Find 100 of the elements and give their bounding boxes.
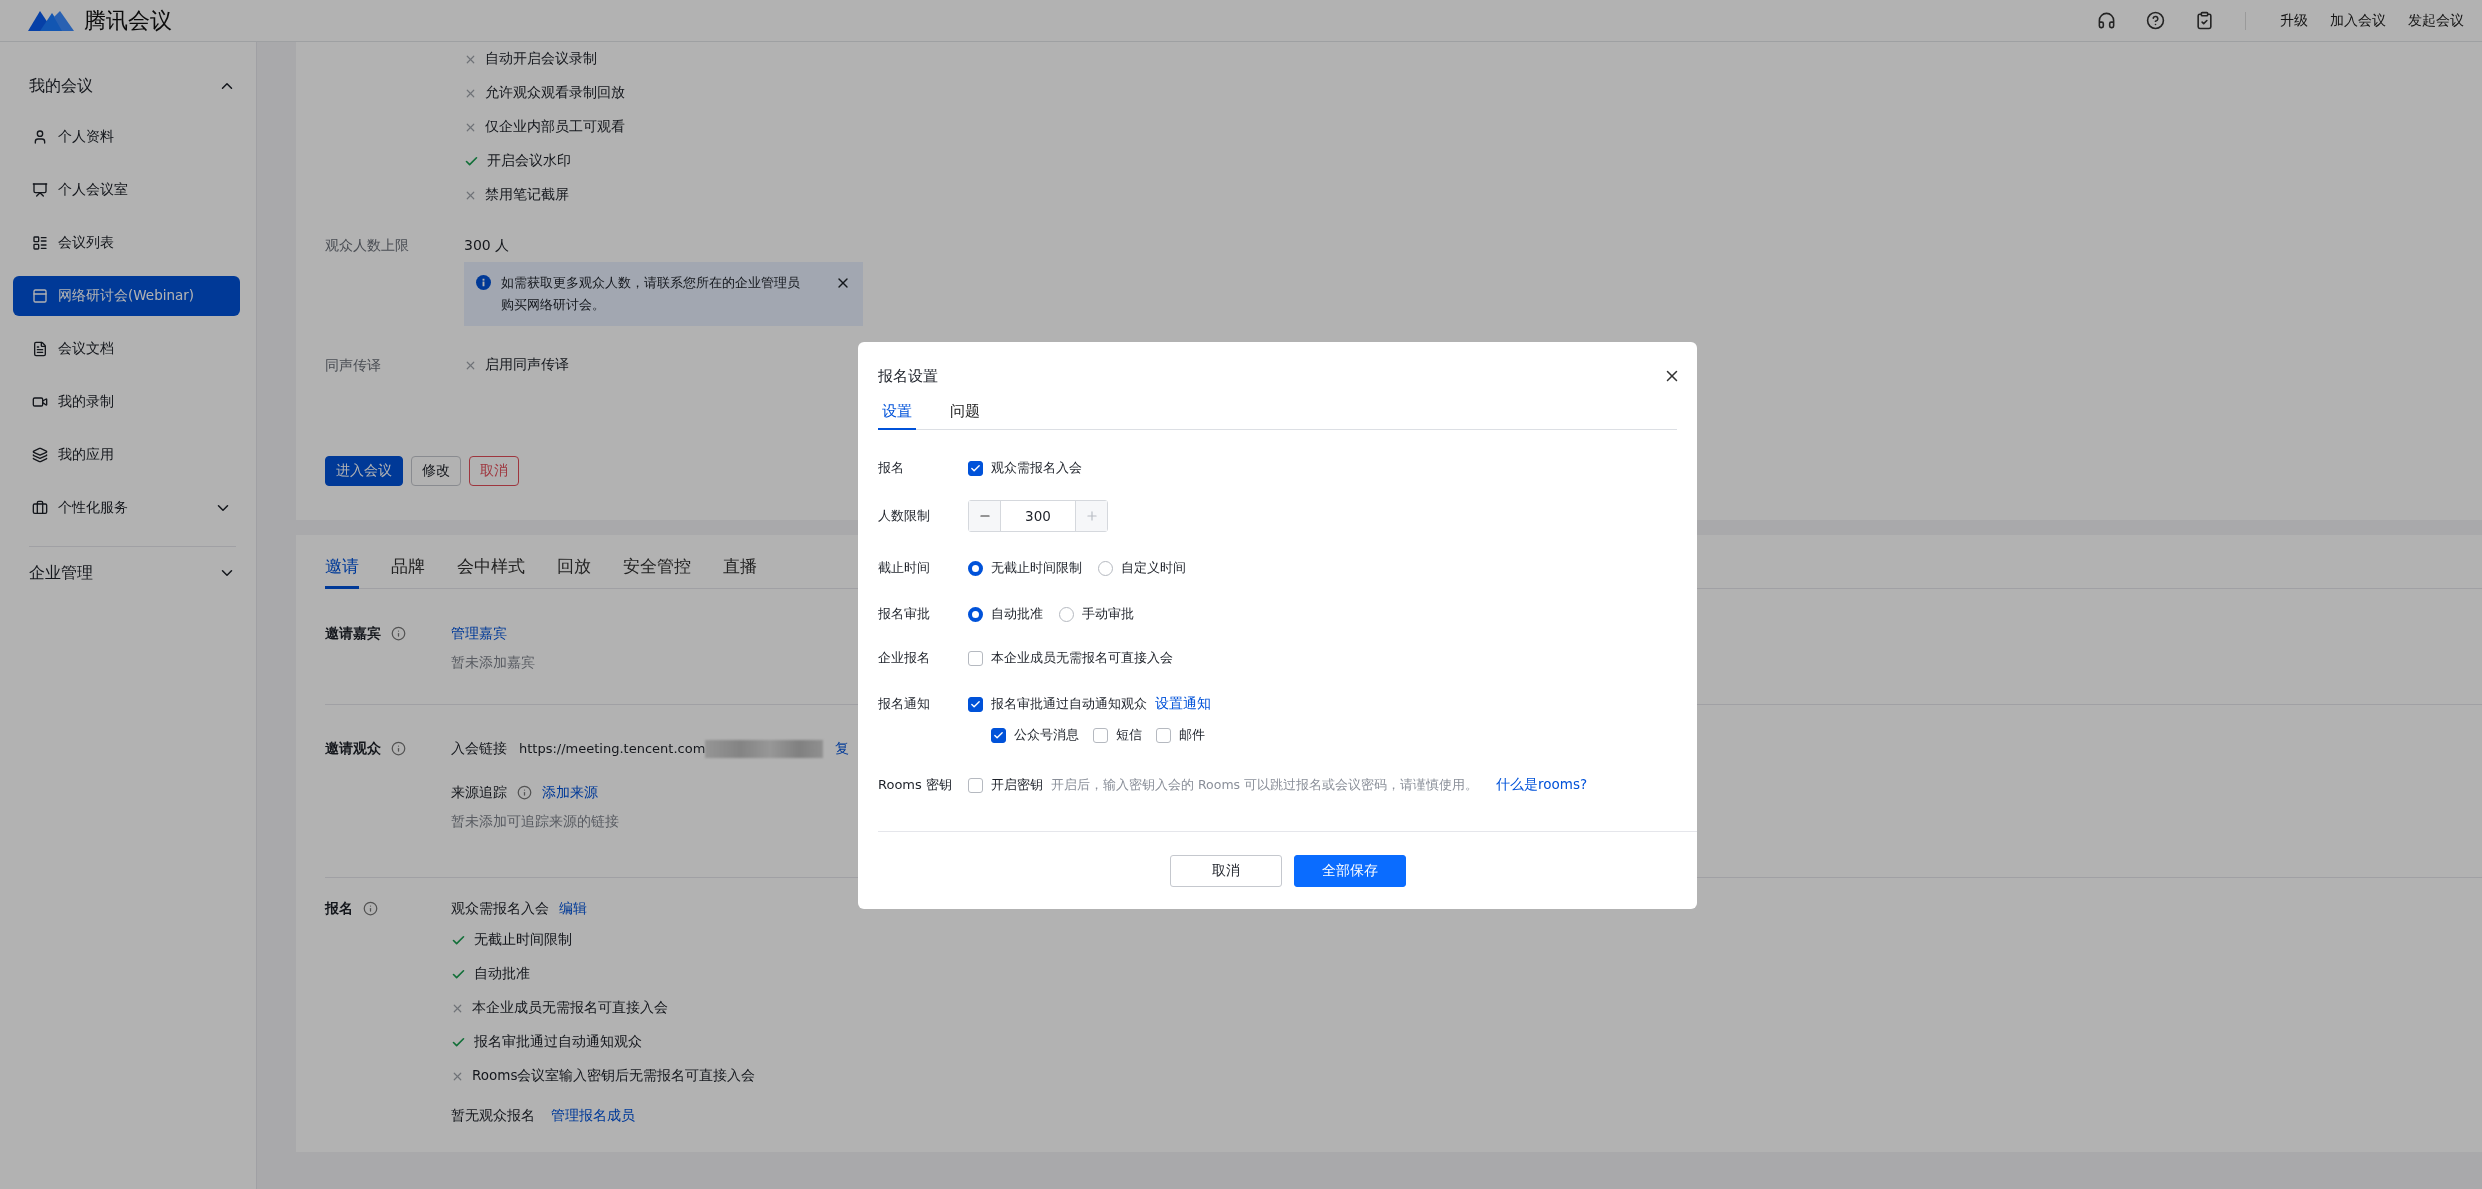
field-label: Rooms 密钥: [878, 776, 953, 794]
info-icon[interactable]: [391, 741, 406, 756]
option-text: 仅企业内部员工可观看: [485, 118, 625, 136]
sidebar-item[interactable]: 会议文档: [13, 329, 240, 369]
checkbox-icon[interactable]: [1156, 727, 1171, 743]
logo-text: 腾讯会议: [84, 6, 172, 35]
checkbox-option[interactable]: 开启密钥: [968, 776, 1043, 794]
checkbox-option[interactable]: 公众号消息: [991, 726, 1079, 744]
radio-option[interactable]: 自定义时间: [1098, 559, 1186, 577]
video-camera-icon: [32, 394, 48, 410]
header-link[interactable]: 发起会议: [2408, 11, 2464, 30]
cancel-button[interactable]: 取消: [1169, 854, 1282, 887]
radio-icon[interactable]: [1059, 606, 1074, 622]
summary-text: 暂无观众报名: [451, 1106, 535, 1125]
action-button[interactable]: 修改: [411, 456, 461, 486]
link[interactable]: 什么是rooms?: [1496, 776, 1588, 794]
empty-note: 暂未添加嘉宾: [451, 653, 535, 672]
layout-icon: [32, 288, 48, 304]
link[interactable]: 管理嘉宾: [451, 624, 507, 643]
checkbox-option[interactable]: 观众需报名入会: [968, 459, 1082, 477]
sidebar-item[interactable]: 个人会议室: [13, 170, 240, 210]
plus-icon: [1084, 509, 1099, 523]
checkbox-icon[interactable]: [968, 696, 983, 712]
copy-link[interactable]: 复: [835, 739, 850, 758]
clipboard-icon[interactable]: [2195, 11, 2214, 30]
radio-option[interactable]: 手动审批: [1059, 605, 1134, 623]
field-label: 来源追踪: [451, 783, 507, 802]
header-link[interactable]: 升级: [2280, 11, 2308, 30]
field-label: 报名: [878, 459, 905, 477]
tab[interactable]: 品牌: [391, 549, 425, 589]
tab[interactable]: 问题: [946, 398, 984, 430]
sidebar-group[interactable]: 企业管理: [0, 555, 256, 591]
tab[interactable]: 会中样式: [457, 549, 525, 589]
empty-note: 暂未添加可追踪来源的链接: [451, 812, 619, 831]
header-link[interactable]: 加入会议: [2330, 11, 2386, 30]
option-text: 报名审批通过自动通知观众: [474, 1033, 642, 1051]
section-label: 报名: [325, 899, 353, 918]
tab[interactable]: 安全管控: [623, 549, 691, 589]
summary-text: 观众需报名入会: [451, 899, 549, 918]
sidebar-item[interactable]: 会议列表: [13, 223, 240, 263]
field-label: 报名通知: [878, 695, 931, 713]
section-label: 邀请嘉宾: [325, 624, 381, 643]
checkbox-icon[interactable]: [1093, 727, 1108, 743]
checkbox-icon[interactable]: [968, 777, 983, 793]
option-text: 自动批准: [474, 965, 530, 983]
info-icon[interactable]: [363, 901, 378, 916]
checkbox-option[interactable]: 邮件: [1156, 726, 1205, 744]
radio-icon[interactable]: [968, 606, 983, 622]
number-input[interactable]: 300: [1000, 501, 1076, 531]
sidebar-item[interactable]: 我的应用: [13, 435, 240, 475]
checkbox-option[interactable]: 短信: [1093, 726, 1142, 744]
checkbox-icon[interactable]: [968, 460, 983, 476]
field-label: 人数限制: [878, 507, 931, 525]
option-text: 无截止时间限制: [474, 931, 572, 949]
help-icon[interactable]: [2146, 11, 2165, 30]
radio-option[interactable]: 自动批准: [968, 605, 1043, 623]
option-text: 开启会议水印: [487, 152, 571, 170]
tab[interactable]: 直播: [723, 549, 757, 589]
option-text: 允许观众观看录制回放: [485, 84, 625, 102]
sidebar-group[interactable]: 我的会议: [0, 68, 256, 104]
sidebar-item[interactable]: 个人资料: [13, 117, 240, 157]
save-button[interactable]: 全部保存: [1293, 854, 1406, 887]
checkbox-option[interactable]: 本企业成员无需报名可直接入会: [968, 649, 1173, 667]
hint-text: 开启后，输入密钥入会的 Rooms 可以跳过报名或会议密码，请谨慎使用。: [1051, 776, 1479, 794]
radio-icon[interactable]: [968, 560, 983, 576]
field-label: 报名审批: [878, 605, 931, 623]
monitor-icon: [32, 182, 48, 198]
checkbox-icon[interactable]: [991, 727, 1006, 743]
section-label: 邀请观众: [325, 739, 381, 758]
tab[interactable]: 回放: [557, 549, 591, 589]
notice-text: 如需获取更多观众人数，请联系您所在的企业管理员购买网络研讨会。: [501, 274, 801, 314]
briefcase-icon: [32, 500, 48, 516]
checkbox-option[interactable]: 报名审批通过自动通知观众: [968, 695, 1147, 713]
field-label: 入会链接: [451, 739, 507, 758]
info-icon[interactable]: [517, 785, 532, 800]
checkbox-icon[interactable]: [968, 650, 983, 666]
dialog-title: 报名设置: [878, 366, 938, 386]
option-text: 禁用笔记截屏: [485, 186, 569, 204]
sidebar-item[interactable]: 我的录制: [13, 382, 240, 422]
info-icon[interactable]: [391, 626, 406, 641]
radio-option[interactable]: 无截止时间限制: [968, 559, 1082, 577]
headset-icon[interactable]: [2097, 11, 2116, 30]
radio-icon[interactable]: [1098, 560, 1113, 576]
edit-link[interactable]: 编辑: [559, 899, 587, 918]
document-icon: [32, 341, 48, 357]
field-label: 同声传译: [325, 356, 382, 375]
action-button[interactable]: 进入会议: [325, 456, 403, 486]
option-text: 启用同声传译: [485, 356, 569, 374]
sidebar-item[interactable]: 个性化服务: [13, 488, 240, 528]
tab[interactable]: 设置: [878, 398, 916, 430]
tab[interactable]: 邀请: [325, 549, 359, 589]
link[interactable]: 添加来源: [542, 783, 598, 802]
sidebar-item[interactable]: 网络研讨会(Webinar): [13, 276, 240, 316]
join-url: https://meeting.tencent.com: [519, 741, 706, 756]
link[interactable]: 管理报名成员: [551, 1106, 635, 1125]
field-label: 截止时间: [878, 559, 931, 577]
layers-icon: [32, 447, 48, 463]
number-stepper[interactable]: 300: [968, 500, 1108, 532]
info-icon: [476, 275, 491, 290]
link[interactable]: 设置通知: [1155, 695, 1211, 713]
